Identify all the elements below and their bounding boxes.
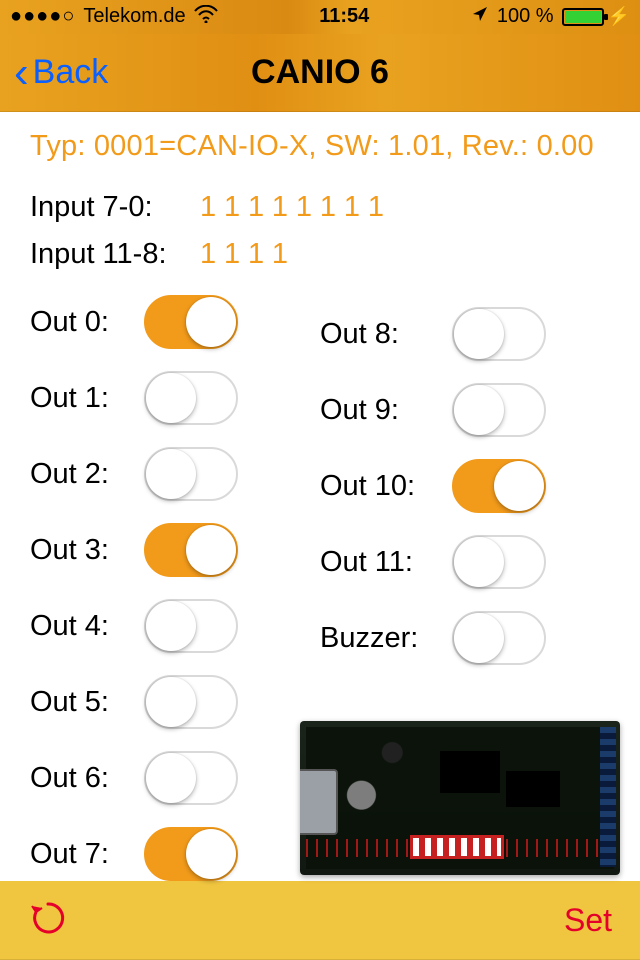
output-row: Out 4: [30, 599, 320, 653]
output-row: Out 0: [30, 295, 320, 349]
output-toggle[interactable] [452, 459, 546, 513]
output-label: Out 8: [320, 318, 444, 351]
output-label: Out 3: [30, 534, 136, 567]
toggle-knob [146, 753, 196, 803]
nav-bar: ‹ Back CANIO 6 [0, 34, 640, 113]
output-row: Buzzer: [320, 611, 610, 665]
clock: 11:54 [319, 5, 369, 28]
output-row: Out 1: [30, 371, 320, 425]
back-button[interactable]: ‹ Back [14, 51, 108, 95]
signal-strength-icon: ●●●●○ [10, 5, 75, 28]
output-row: Out 5: [30, 675, 320, 729]
output-label: Out 11: [320, 546, 444, 579]
wifi-icon [194, 5, 218, 29]
carrier-label: Telekom.de [83, 5, 185, 28]
output-label: Out 5: [30, 686, 136, 719]
status-bar: ●●●●○ Telekom.de 11:54 100 % ⚡ [0, 0, 640, 34]
output-toggle[interactable] [452, 307, 546, 361]
input-11-8-row: Input 11-8: 1111 [30, 238, 610, 271]
output-toggle[interactable] [452, 383, 546, 437]
output-row: Out 10: [320, 459, 610, 513]
output-toggle[interactable] [144, 751, 238, 805]
battery-icon: ⚡ [562, 8, 630, 26]
outputs-column-left: Out 0: Out 1: Out 2: Out 3: Out 4: Out 5: Out … [30, 295, 320, 881]
battery-percent: 100 % [497, 5, 554, 28]
output-label: Out 4: [30, 610, 136, 643]
back-label: Back [33, 53, 109, 92]
output-row: Out 9: [320, 383, 610, 437]
output-row: Out 8: [320, 307, 610, 361]
output-toggle[interactable] [144, 371, 238, 425]
device-board-image [300, 721, 620, 875]
output-row: Out 2: [30, 447, 320, 501]
location-icon [471, 5, 489, 29]
output-label: Out 2: [30, 458, 136, 491]
toolbar: Set [0, 881, 640, 960]
output-toggle[interactable] [144, 675, 238, 729]
output-label: Buzzer: [320, 622, 444, 655]
toggle-knob [454, 385, 504, 435]
toggle-knob [454, 537, 504, 587]
output-toggle[interactable] [452, 535, 546, 589]
input-7-0-bits: 11111111 [200, 191, 394, 224]
input-7-0-label: Input 7-0: [30, 191, 200, 224]
output-toggle[interactable] [144, 295, 238, 349]
content: Typ: 0001=CAN-IO-X, SW: 1.01, Rev.: 0.00… [0, 112, 640, 881]
toggle-knob [146, 373, 196, 423]
toggle-knob [494, 461, 544, 511]
set-button[interactable]: Set [564, 902, 612, 939]
output-label: Out 0: [30, 306, 136, 339]
output-toggle[interactable] [144, 599, 238, 653]
toggle-knob [454, 613, 504, 663]
toggle-knob [146, 677, 196, 727]
input-11-8-label: Input 11-8: [30, 238, 200, 271]
output-toggle[interactable] [144, 827, 238, 881]
chevron-left-icon: ‹ [14, 51, 29, 95]
output-toggle[interactable] [144, 447, 238, 501]
output-label: Out 10: [320, 470, 444, 503]
output-row: Out 6: [30, 751, 320, 805]
input-11-8-bits: 1111 [200, 238, 298, 271]
toggle-knob [186, 829, 236, 879]
output-label: Out 6: [30, 762, 136, 795]
refresh-button[interactable] [28, 898, 68, 943]
toggle-knob [186, 525, 236, 575]
output-label: Out 1: [30, 382, 136, 415]
output-label: Out 7: [30, 838, 136, 871]
output-toggle[interactable] [144, 523, 238, 577]
toggle-knob [186, 297, 236, 347]
device-info: Typ: 0001=CAN-IO-X, SW: 1.01, Rev.: 0.00 [30, 130, 610, 163]
toggle-knob [146, 601, 196, 651]
output-row: Out 3: [30, 523, 320, 577]
output-row: Out 11: [320, 535, 610, 589]
toggle-knob [454, 309, 504, 359]
output-row: Out 7: [30, 827, 320, 881]
output-label: Out 9: [320, 394, 444, 427]
output-toggle[interactable] [452, 611, 546, 665]
input-7-0-row: Input 7-0: 11111111 [30, 191, 610, 224]
toggle-knob [146, 449, 196, 499]
